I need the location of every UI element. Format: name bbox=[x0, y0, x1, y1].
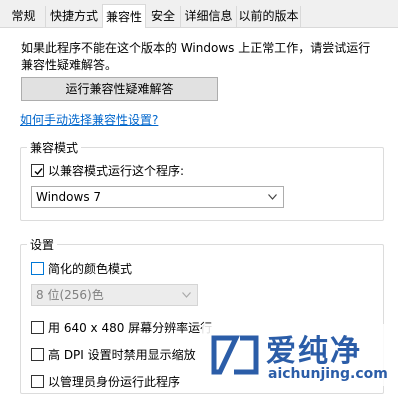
tab-strip: 常规 快捷方式 兼容性 安全 详细信息 以前的版本 bbox=[0, 0, 398, 28]
intro-text: 如果此程序不能在这个版本的 Windows 上正常工作，请尝试运行兼容性疑难解答… bbox=[21, 41, 371, 72]
watermark-brand: 爱纯净 bbox=[266, 334, 362, 369]
tab-previous-versions[interactable]: 以前的版本 bbox=[237, 6, 301, 27]
compat-mode-title: 兼容模式 bbox=[27, 139, 82, 156]
reduced-color-checkbox[interactable] bbox=[31, 261, 44, 275]
compat-mode-group: 兼容模式 以兼容模式运行这个程序: Windows 7 bbox=[20, 139, 384, 221]
admin-row[interactable]: 以管理员身份运行此程序 bbox=[31, 373, 180, 389]
watermark-url: aichunjing.com bbox=[268, 366, 388, 382]
resolution-checkbox[interactable] bbox=[31, 320, 44, 334]
chevron-down-icon bbox=[268, 194, 277, 200]
os-version-value: Windows 7 bbox=[36, 190, 102, 204]
manual-settings-link[interactable]: 如何手动选择兼容性设置? bbox=[20, 111, 158, 128]
dpi-label: 高 DPI 设置时禁用显示缩放 bbox=[48, 347, 196, 362]
tab-compatibility[interactable]: 兼容性 bbox=[102, 4, 146, 28]
run-troubleshooter-button[interactable]: 运行兼容性疑难解答 bbox=[21, 77, 218, 101]
tab-security[interactable]: 安全 bbox=[146, 6, 181, 27]
reduced-color-row[interactable]: 简化的颜色模式 bbox=[31, 260, 132, 276]
chevron-down-icon bbox=[182, 292, 191, 298]
color-depth-value: 8 位(256)色 bbox=[36, 288, 104, 302]
compat-mode-checkbox-row[interactable]: 以兼容模式运行这个程序: bbox=[31, 162, 184, 178]
resolution-row[interactable]: 用 640 x 480 屏幕分辨率运行 bbox=[31, 319, 212, 335]
dpi-checkbox[interactable] bbox=[31, 347, 44, 361]
compat-mode-checkbox[interactable] bbox=[31, 163, 44, 177]
color-depth-select: 8 位(256)色 bbox=[31, 284, 198, 306]
os-version-select[interactable]: Windows 7 bbox=[31, 186, 284, 208]
settings-title: 设置 bbox=[27, 236, 58, 253]
dpi-row[interactable]: 高 DPI 设置时禁用显示缩放 bbox=[31, 346, 196, 362]
tab-details[interactable]: 详细信息 bbox=[181, 6, 237, 27]
watermark: 爱纯净 aichunjing.com bbox=[202, 324, 392, 386]
compat-mode-label: 以兼容模式运行这个程序: bbox=[48, 163, 185, 178]
checkmark-icon bbox=[34, 167, 43, 175]
resolution-label: 用 640 x 480 屏幕分辨率运行 bbox=[48, 320, 213, 335]
admin-label: 以管理员身份运行此程序 bbox=[48, 374, 181, 389]
reduced-color-label: 简化的颜色模式 bbox=[48, 261, 133, 276]
tab-shortcut[interactable]: 快捷方式 bbox=[46, 6, 103, 27]
tab-general[interactable]: 常规 bbox=[2, 6, 46, 27]
watermark-logo-icon bbox=[211, 335, 259, 375]
